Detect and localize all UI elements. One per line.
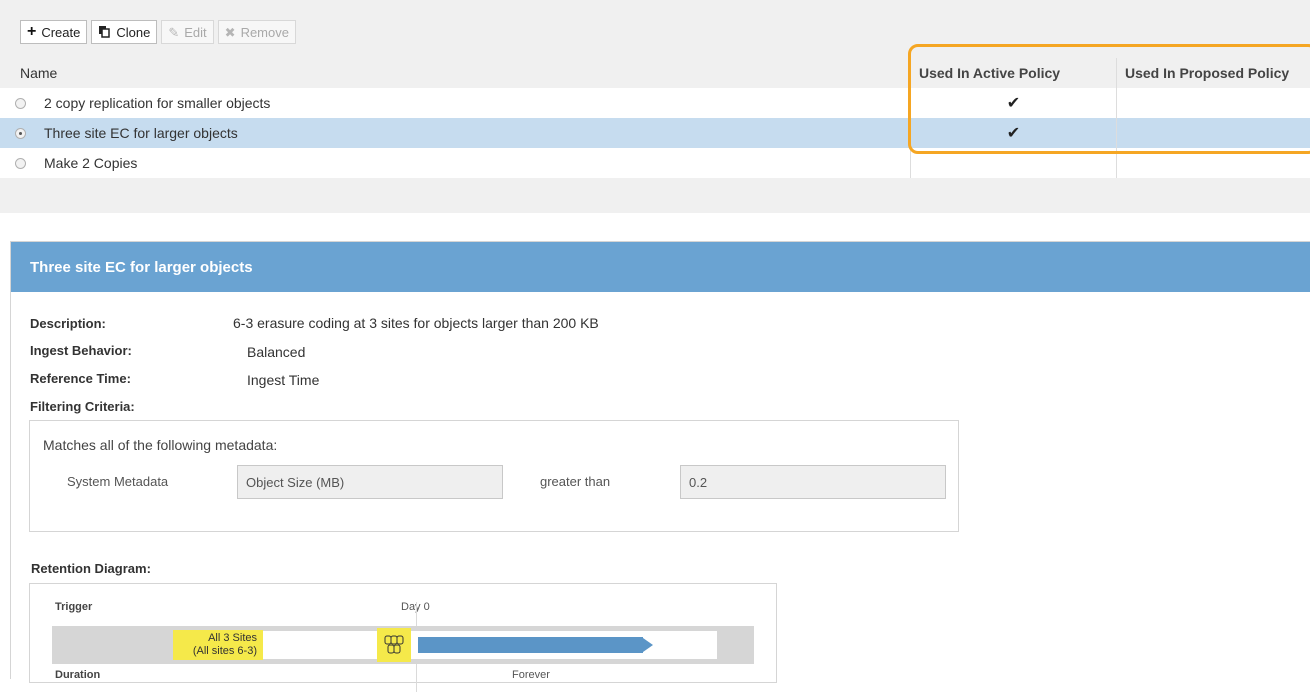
metadata-type-label: System Metadata [67, 474, 169, 489]
clone-icon [98, 25, 111, 40]
retention-diagram: Trigger Day 0 All 3 Sites (All sites 6-3… [29, 583, 777, 692]
close-icon: ✖ [224, 24, 236, 40]
checkmark-icon: ✔ [1006, 125, 1021, 142]
reference-time-value: Ingest Time [247, 372, 320, 388]
clone-button[interactable]: Clone [91, 20, 158, 44]
rules-table: Name Used In Active Policy Used In Propo… [0, 58, 1310, 178]
duration-value: Forever [512, 669, 550, 681]
remove-button[interactable]: ✖ Remove [217, 20, 296, 44]
remove-label: Remove [240, 24, 289, 40]
column-active-header[interactable]: Used In Active Policy [910, 58, 1116, 88]
active-policy-cell: ✔ [910, 118, 1116, 148]
radio-button[interactable] [14, 97, 26, 109]
duration-label: Duration [55, 669, 101, 681]
row-radio-cell[interactable] [0, 88, 40, 118]
description-value: 6-3 erasure coding at 3 sites for object… [233, 315, 599, 331]
radio-button-selected[interactable] [14, 127, 26, 139]
proposed-policy-cell [1116, 88, 1310, 118]
metadata-value-field: 0.2 [680, 465, 946, 499]
trigger-label: Trigger [55, 601, 93, 613]
metadata-field: Object Size (MB) [237, 465, 503, 499]
sites-line-2: (All sites 6-3) [192, 645, 257, 657]
rule-name: Make 2 Copies [44, 155, 138, 171]
table-row[interactable]: 2 copy replication for smaller objects ✔ [0, 88, 1310, 118]
active-policy-cell: ✔ [910, 88, 1116, 118]
retention-track: All 3 Sites (All sites 6-3) [52, 626, 754, 664]
proposed-policy-cell [1116, 118, 1310, 148]
pencil-icon: ✎ [168, 24, 180, 40]
filter-criteria-box: Matches all of the following metadata: S… [29, 420, 959, 532]
table-header: Name Used In Active Policy Used In Propo… [0, 58, 1310, 88]
create-button[interactable]: + Create [20, 20, 88, 44]
retention-diagram-label: Retention Diagram: [31, 561, 151, 576]
arrow-right-icon [643, 638, 653, 652]
column-name-header[interactable]: Name [0, 58, 910, 88]
create-label: Create [41, 24, 81, 40]
erasure-coding-icon [377, 628, 411, 662]
edit-label: Edit [184, 24, 207, 40]
ingest-behavior-value: Balanced [247, 344, 306, 360]
clone-label: Clone [116, 24, 151, 40]
plus-icon: + [27, 23, 37, 40]
description-label: Description: [30, 316, 106, 331]
rule-name: Three site EC for larger objects [44, 125, 238, 141]
operator-label: greater than [540, 474, 611, 489]
reference-time-label: Reference Time: [30, 371, 131, 386]
filter-title: Matches all of the following metadata: [43, 437, 278, 453]
proposed-policy-cell [1116, 148, 1310, 178]
details-title: Three site EC for larger objects [11, 242, 1310, 292]
sites-line-1: All 3 Sites [208, 632, 257, 644]
column-proposed-header[interactable]: Used In Proposed Policy [1116, 58, 1310, 88]
filtering-criteria-label: Filtering Criteria: [30, 399, 135, 414]
rule-name: 2 copy replication for smaller objects [44, 95, 271, 111]
retention-bar [418, 637, 643, 653]
radio-button[interactable] [14, 157, 26, 169]
active-policy-cell [910, 148, 1116, 178]
toolbar: + Create Clone ✎ Edit ✖ Remove [20, 20, 296, 46]
table-row[interactable]: Make 2 Copies [0, 148, 1310, 178]
table-row[interactable]: Three site EC for larger objects ✔ [0, 118, 1310, 148]
row-radio-cell[interactable] [0, 148, 40, 178]
rule-details-panel: Three site EC for larger objects Descrip… [10, 241, 1310, 692]
row-radio-cell[interactable] [0, 118, 40, 148]
ingest-behavior-label: Ingest Behavior: [30, 343, 132, 358]
edit-button[interactable]: ✎ Edit [161, 20, 214, 44]
sites-label: All 3 Sites (All sites 6-3) [173, 630, 263, 660]
checkmark-icon: ✔ [1006, 95, 1021, 112]
